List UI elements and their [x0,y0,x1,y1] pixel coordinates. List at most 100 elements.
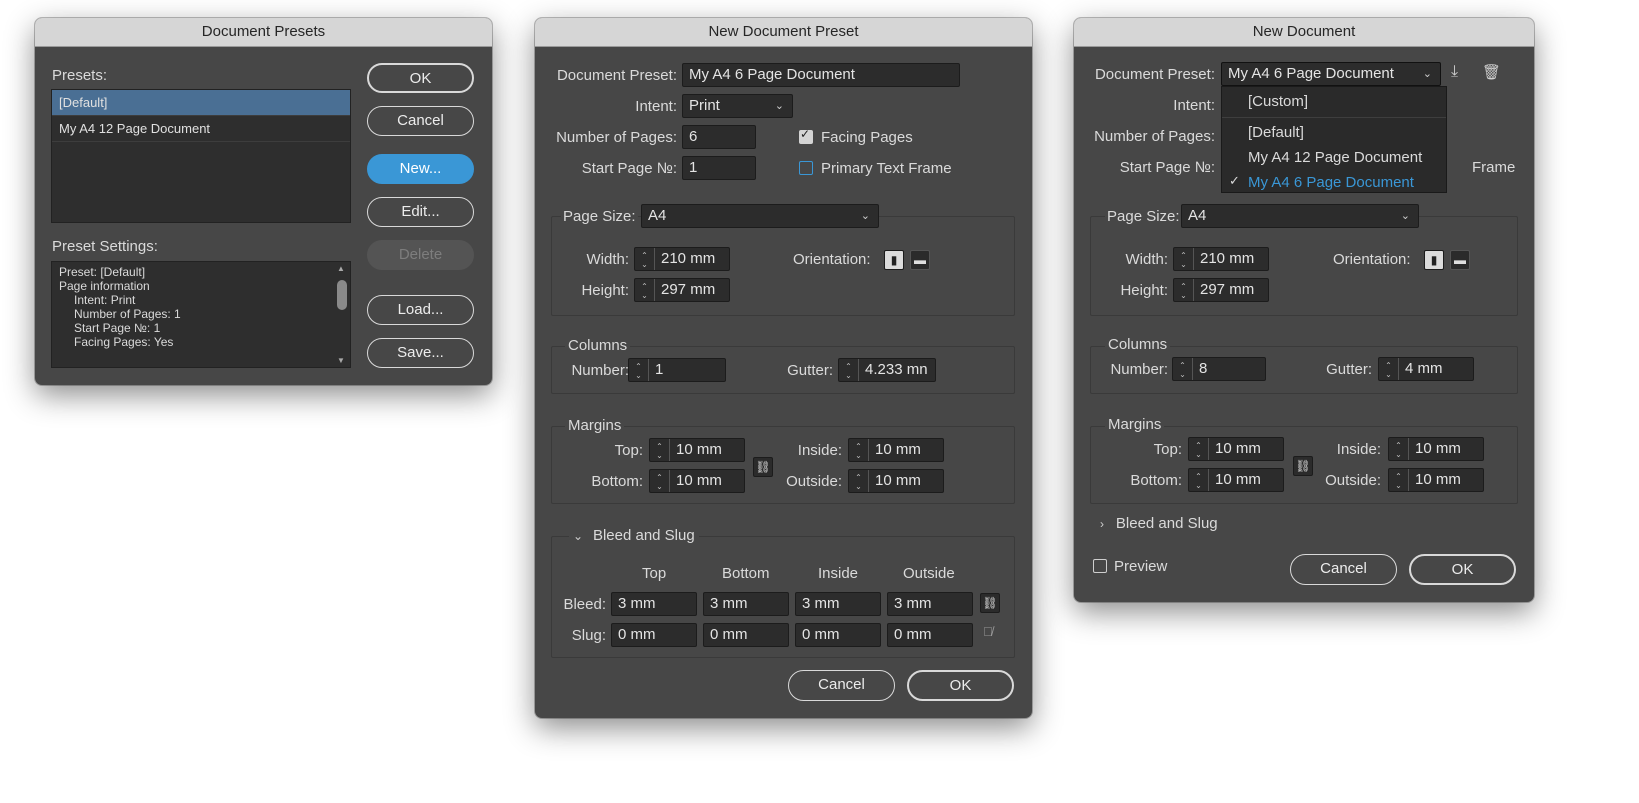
edit-button[interactable]: Edit... [367,197,474,227]
margins-label: Margins [1105,416,1165,434]
bleed-top-field[interactable]: 3 mm [611,592,697,616]
stepper-icon[interactable]: ⌃ ⌄ [1389,469,1409,491]
gutter-field[interactable]: ⌃ ⌄ 4.233 mn [838,358,936,382]
stepper-icon[interactable]: ⌃ ⌄ [1189,469,1209,491]
margin-top-field[interactable]: ⌃ ⌄ 10 mm [649,438,745,462]
top-label: Top: [614,442,643,459]
save-preset-icon[interactable]: ⤓ [1451,63,1458,81]
facing-pages-label: Facing Pages [821,129,913,146]
preview-checkbox[interactable] [1093,559,1107,573]
facing-pages-checkbox[interactable]: ✓ [799,127,813,144]
margin-bottom-field[interactable]: ⌃ ⌄ 10 mm [649,469,745,493]
bleed-label: Bleed: [563,596,606,613]
list-item[interactable]: My A4 12 Page Document [52,116,350,142]
bleed-slug-toggle[interactable]: ⌄ Bleed and Slug [569,527,699,545]
cancel-button[interactable]: Cancel [1290,554,1397,585]
stepper-icon[interactable]: ⌃ ⌄ [849,439,869,461]
margin-top-value: 10 mm [676,441,722,458]
scroll-down-icon[interactable]: ▼ [337,356,345,365]
bleed-bottom-field[interactable]: 3 mm [703,592,789,616]
width-field[interactable]: ⌃ ⌄ 210 mm [634,247,730,271]
cancel-button[interactable]: Cancel [367,106,474,136]
intent-label: Intent: [1173,97,1215,114]
col-header-inside: Inside [818,565,859,582]
intent-select[interactable]: Print ⌄ [682,94,793,118]
columns-number-field[interactable]: ⌃ ⌄ 8 [1172,357,1266,381]
margins-label: Margins [565,417,625,435]
unlink-icon[interactable]: ⛓̸ [983,624,993,639]
height-value: 297 mm [1200,281,1255,298]
load-button[interactable]: Load... [367,295,474,325]
stepper-icon[interactable]: ⌃ ⌄ [635,248,655,270]
margin-inside-field[interactable]: ⌃ ⌄ 10 mm [848,438,944,462]
stepper-icon[interactable]: ⌃ ⌄ [1389,438,1409,460]
menu-item-custom[interactable]: [Custom] [1248,93,1308,111]
ok-button[interactable]: OK [1409,554,1516,585]
presets-list[interactable]: [Default] My A4 12 Page Document [51,89,351,223]
margin-outside-field[interactable]: ⌃ ⌄ 10 mm [1388,468,1484,492]
start-page-field[interactable]: 1 [682,156,756,180]
stepper-icon[interactable]: ⌃ ⌄ [1174,279,1194,301]
columns-number-field[interactable]: ⌃ ⌄ 1 [628,358,726,382]
margin-inside-field[interactable]: ⌃ ⌄ 10 mm [1388,437,1484,461]
height-label: Height: [1120,282,1168,299]
menu-item-a4-6-page[interactable]: My A4 6 Page Document [1248,174,1414,192]
page-size-select[interactable]: A4 ⌄ [1181,204,1419,228]
stepper-icon[interactable]: ⌃ ⌄ [1379,358,1399,380]
slug-bottom-field[interactable]: 0 mm [703,623,789,647]
height-field[interactable]: ⌃ ⌄ 297 mm [634,278,730,302]
document-preset-select[interactable]: My A4 6 Page Document ⌄ [1221,62,1441,86]
columns-label: Columns [565,337,631,355]
stepper-icon[interactable]: ⌃ ⌄ [650,470,670,492]
landscape-orientation-icon[interactable]: ▬ [910,250,930,270]
margin-top-field[interactable]: ⌃ ⌄ 10 mm [1188,437,1284,461]
portrait-orientation-icon[interactable]: ▮ [884,250,904,270]
landscape-orientation-icon[interactable]: ▬ [1450,250,1470,270]
delete-button[interactable]: Delete [367,240,474,270]
scroll-up-icon[interactable]: ▲ [337,264,345,273]
width-field[interactable]: ⌃ ⌄ 210 mm [1173,247,1269,271]
gutter-value: 4 mm [1405,360,1443,377]
height-field[interactable]: ⌃ ⌄ 297 mm [1173,278,1269,302]
link-icon[interactable]: ⛓ [1293,456,1313,476]
trash-icon[interactable]: 🗑 [1482,63,1501,81]
stepper-icon[interactable]: ⌃ ⌄ [839,359,859,381]
stepper-icon[interactable]: ⌃ ⌄ [629,359,649,381]
ok-button[interactable]: OK [367,63,474,93]
slug-outside-field[interactable]: 0 mm [887,623,973,647]
scrollbar[interactable]: ▲ ▼ [336,264,348,365]
number-of-pages-field[interactable]: 6 [682,125,756,149]
stepper-icon[interactable]: ⌃ ⌄ [1174,248,1194,270]
stepper-icon[interactable]: ⌃ ⌄ [635,279,655,301]
page-size-select[interactable]: A4 ⌄ [641,204,879,228]
stepper-icon[interactable]: ⌃ ⌄ [849,470,869,492]
gutter-field[interactable]: ⌃ ⌄ 4 mm [1378,357,1474,381]
list-item[interactable]: [Default] [52,90,350,116]
link-icon[interactable]: ⛓ [980,593,1000,613]
bleed-outside-field[interactable]: 3 mm [887,592,973,616]
stepper-icon[interactable]: ⌃ ⌄ [1189,438,1209,460]
chevron-down-icon: ⌄ [860,210,870,222]
margins-group [551,426,1015,504]
margin-outside-field[interactable]: ⌃ ⌄ 10 mm [848,469,944,493]
primary-text-frame-checkbox[interactable] [799,161,813,175]
ok-button[interactable]: OK [907,670,1014,701]
slug-inside-field[interactable]: 0 mm [795,623,881,647]
portrait-orientation-icon[interactable]: ▮ [1424,250,1444,270]
save-button[interactable]: Save... [367,338,474,368]
new-button[interactable]: New... [367,154,474,184]
margin-bottom-field[interactable]: ⌃ ⌄ 10 mm [1188,468,1284,492]
stepper-icon[interactable]: ⌃ ⌄ [650,439,670,461]
gutter-value: 4.233 mn [865,361,928,378]
cancel-button[interactable]: Cancel [788,670,895,701]
preset-name-field[interactable]: My A4 6 Page Document [682,63,960,87]
bleed-slug-label: Bleed and Slug [592,527,695,544]
scroll-thumb[interactable] [337,280,347,310]
menu-item-a4-12-page[interactable]: My A4 12 Page Document [1248,149,1422,167]
menu-item-default[interactable]: [Default] [1248,124,1304,142]
link-icon[interactable]: ⛓ [753,457,773,477]
stepper-icon[interactable]: ⌃ ⌄ [1173,358,1193,380]
slug-top-field[interactable]: 0 mm [611,623,697,647]
bleed-inside-field[interactable]: 3 mm [795,592,881,616]
bleed-slug-toggle[interactable]: › Bleed and Slug [1100,515,1218,533]
